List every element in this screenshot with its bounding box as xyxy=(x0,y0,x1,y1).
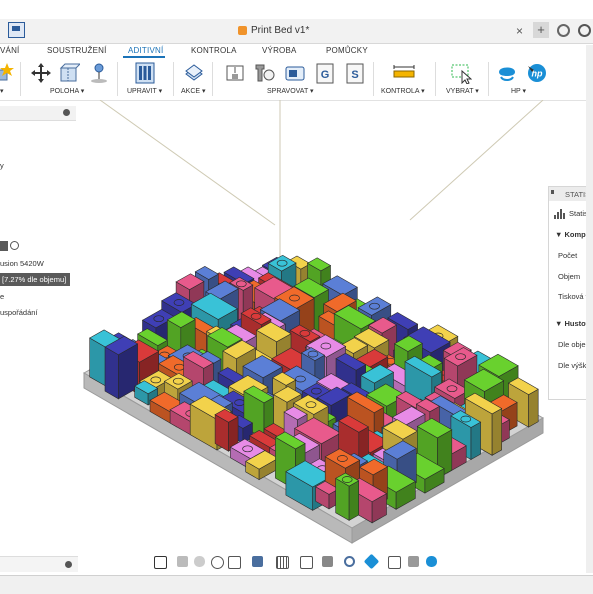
browser-header xyxy=(0,106,76,121)
zoom-icon[interactable] xyxy=(211,556,224,569)
browser-item-partial[interactable]: y xyxy=(0,161,4,170)
tab-inspection[interactable]: KONTROLA xyxy=(191,46,237,55)
comments-options-icon[interactable] xyxy=(65,561,72,568)
separator xyxy=(173,62,174,96)
capture-position-icon[interactable] xyxy=(177,556,188,567)
align-box-icon[interactable] xyxy=(58,62,80,84)
tab-turning[interactable]: SOUSTRUŽENÍ xyxy=(47,46,107,55)
vertical-scrollbar[interactable] xyxy=(586,45,593,573)
bar-chart-icon xyxy=(554,209,565,219)
hp-multijet-icon[interactable] xyxy=(496,62,518,84)
magnet-icon[interactable] xyxy=(426,556,437,567)
separator xyxy=(488,62,489,96)
select-window-icon[interactable] xyxy=(450,62,472,84)
section-icon[interactable] xyxy=(322,556,333,567)
svg-text:G: G xyxy=(321,69,330,81)
appearance-icon[interactable] xyxy=(363,553,380,570)
help-icon[interactable] xyxy=(578,24,591,37)
selected-setup-item[interactable]: [7.27% dle objemu] xyxy=(0,273,70,286)
footer-bar xyxy=(0,575,593,594)
separator xyxy=(373,62,374,96)
volume-label: Objem xyxy=(558,272,581,281)
printed-parts xyxy=(89,254,539,524)
group-label-modify[interactable]: UPRAVIT ▾ xyxy=(127,87,162,95)
activate-radio-icon[interactable] xyxy=(10,241,19,250)
move-icon[interactable] xyxy=(30,62,52,84)
visibility-toggle-icon[interactable] xyxy=(0,241,8,251)
collapse-icon[interactable] xyxy=(551,190,555,194)
drop-to-plate-icon[interactable] xyxy=(88,62,110,84)
browser-panel xyxy=(0,101,80,571)
separator xyxy=(212,62,213,96)
count-label: Počet xyxy=(558,251,578,260)
group-label-manage[interactable]: SPRAVOVAT ▾ xyxy=(267,87,314,95)
tab-manufacture[interactable]: VÝROBA xyxy=(262,46,297,55)
orbit-icon[interactable] xyxy=(154,556,167,569)
group-label-actions[interactable]: AKCE ▾ xyxy=(181,87,206,95)
title-bar: Print Bed v1* × + xyxy=(0,19,593,44)
build-volume-edges xyxy=(99,100,544,285)
svg-text:S: S xyxy=(351,69,358,81)
new-tab-button[interactable]: + xyxy=(533,22,549,38)
tab-additive[interactable]: ADITIVNÍ xyxy=(128,46,163,55)
separator xyxy=(117,62,118,96)
comments-bar xyxy=(0,556,78,572)
filter-icon[interactable] xyxy=(408,556,419,567)
3d-viewport[interactable] xyxy=(80,100,586,554)
arrangement-item[interactable]: uspořádání xyxy=(0,308,38,317)
hp-logo-icon[interactable]: hp xyxy=(526,62,548,84)
separator xyxy=(435,62,436,96)
ribbon-tabs: VÁNÍ SOUSTRUŽENÍ ADITIVNÍ KONTROLA VÝROB… xyxy=(0,44,593,58)
selected-setup-label: [7.27% dle objemu] xyxy=(2,275,67,284)
group-label-hp[interactable]: HP ▾ xyxy=(511,87,526,95)
group-label-position[interactable]: POLOHA ▾ xyxy=(50,87,84,95)
environment-icon[interactable] xyxy=(388,556,401,569)
close-tab-icon[interactable]: × xyxy=(516,24,523,38)
print-settings-icon[interactable] xyxy=(254,62,276,84)
arrange-icon[interactable] xyxy=(133,61,157,85)
viewports-icon[interactable] xyxy=(300,556,313,569)
app-menu-icon[interactable] xyxy=(8,22,25,38)
navigation-bar xyxy=(150,553,445,570)
panel-options-icon[interactable] xyxy=(63,109,70,116)
group-label-setup[interactable]: ▾ xyxy=(0,87,4,95)
part-block[interactable] xyxy=(104,335,139,400)
separator xyxy=(20,62,21,96)
setup-star-icon[interactable] xyxy=(0,62,18,84)
tab-utilities[interactable]: POMŮCKY xyxy=(326,46,368,55)
refresh-icon[interactable] xyxy=(557,24,570,37)
fit-icon[interactable] xyxy=(228,556,241,569)
export-s-icon[interactable]: S xyxy=(344,62,366,84)
group-label-select[interactable]: VYBRAT ▾ xyxy=(446,87,479,95)
ribbon-toolbar: ▾ POLOHA ▾ UPRAVIT ▾ AKCE ▾ G S SPRAVOVA… xyxy=(0,58,593,101)
pan-icon[interactable] xyxy=(194,556,205,567)
browser-item-partial-2[interactable]: e xyxy=(0,292,4,301)
measure-icon[interactable] xyxy=(393,62,415,84)
document-cube-icon xyxy=(238,26,247,35)
refresh-view-icon[interactable] xyxy=(344,556,355,567)
post-process-icon[interactable] xyxy=(284,62,306,84)
document-title: Print Bed v1* xyxy=(251,25,310,36)
generate-icon[interactable] xyxy=(183,62,205,84)
grid-icon[interactable] xyxy=(276,556,289,569)
part-block[interactable] xyxy=(335,472,360,521)
document-tab[interactable]: Print Bed v1* xyxy=(238,25,309,36)
machine-item[interactable]: usion 5420W xyxy=(0,259,44,268)
display-settings-icon[interactable] xyxy=(252,556,263,567)
group-label-inspect[interactable]: KONTROLA ▾ xyxy=(381,87,425,95)
export-g-icon[interactable]: G xyxy=(314,62,336,84)
machine-icon[interactable] xyxy=(224,62,246,84)
tab-design[interactable]: VÁNÍ xyxy=(0,46,19,55)
